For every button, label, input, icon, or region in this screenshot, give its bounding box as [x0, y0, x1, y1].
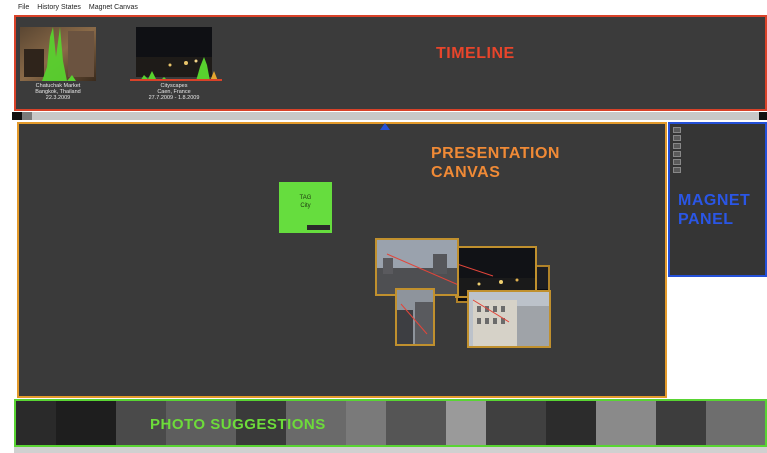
suggestion-photo[interactable]: [656, 401, 706, 445]
suggestion-photo[interactable]: [596, 401, 656, 445]
event-date: 22.3.2009: [45, 95, 71, 101]
magnet-label: MAGNET PANEL: [678, 191, 750, 229]
canvas-label: PRESENTATION CANVAS: [431, 144, 560, 182]
magnet-label-line1: MAGNET: [678, 192, 751, 209]
tag-card[interactable]: TAG City: [279, 182, 332, 233]
empty-area: [668, 277, 767, 398]
suggestion-photo[interactable]: [16, 401, 56, 445]
event-thumbnail: [20, 27, 96, 81]
magnet-item[interactable]: [673, 127, 681, 133]
photo-image: [469, 292, 549, 346]
timeline-panel[interactable]: Chatuchak Market Bangkok, Thailand 22.3.…: [14, 15, 767, 111]
suggestion-strip: [16, 401, 765, 445]
magnet-label-line2: PANEL: [678, 211, 734, 228]
timeline-scrubber[interactable]: [12, 112, 767, 120]
menu-file[interactable]: File: [18, 4, 29, 11]
canvas-photo[interactable]: [395, 288, 435, 346]
photo-image: [397, 290, 433, 344]
event-thumbnail: [130, 27, 222, 81]
menu-bar: File History States Magnet Canvas: [0, 0, 767, 14]
timeline-event-chatuchak[interactable]: [20, 27, 96, 81]
magnet-item[interactable]: [673, 151, 681, 157]
menu-magnet-canvas[interactable]: Magnet Canvas: [89, 4, 138, 11]
tag-value: City: [300, 203, 311, 209]
timeline-event-caption: Chatuchak Market Bangkok, Thailand 22.3.…: [20, 83, 96, 101]
presentation-canvas[interactable]: PRESENTATION CANVAS TAG City: [17, 122, 667, 398]
suggestion-photo[interactable]: [546, 401, 596, 445]
suggestion-photo[interactable]: [706, 401, 765, 445]
canvas-photo[interactable]: [467, 290, 551, 348]
canvas-label-line2: CANVAS: [431, 164, 501, 181]
timeline-event-caption: Cityscapes Caen, France 27.7.2009 - 1.8.…: [126, 83, 222, 101]
magnet-panel[interactable]: MAGNET PANEL: [668, 122, 767, 277]
suggestion-photo[interactable]: [486, 401, 546, 445]
canvas-label-line1: PRESENTATION: [431, 145, 560, 162]
suggestion-photo[interactable]: [386, 401, 446, 445]
scrubber-right-cap: [759, 112, 767, 120]
event-date: 27.7.2009 - 1.8.2009: [148, 95, 200, 101]
magnet-item[interactable]: [673, 143, 681, 149]
magnet-item[interactable]: [673, 135, 681, 141]
triangle-up-icon[interactable]: [380, 123, 390, 130]
scrubber-left-cap: [12, 112, 22, 120]
timeline-label: TIMELINE: [436, 45, 515, 62]
suggestion-photo[interactable]: [446, 401, 486, 445]
suggestion-photo[interactable]: [56, 401, 116, 445]
tag-type: TAG: [299, 195, 312, 201]
photo-suggestions-panel[interactable]: PHOTO SUGGESTIONS: [14, 399, 767, 447]
suggestions-label: PHOTO SUGGESTIONS: [150, 416, 326, 433]
suggestion-photo[interactable]: [346, 401, 386, 445]
magnet-item[interactable]: [673, 167, 681, 173]
timeline-event-cityscapes[interactable]: [126, 27, 222, 81]
bottom-bar: [14, 447, 767, 453]
magnet-item[interactable]: [673, 159, 681, 165]
tag-control[interactable]: [307, 225, 330, 230]
menu-history-states[interactable]: History States: [37, 4, 81, 11]
